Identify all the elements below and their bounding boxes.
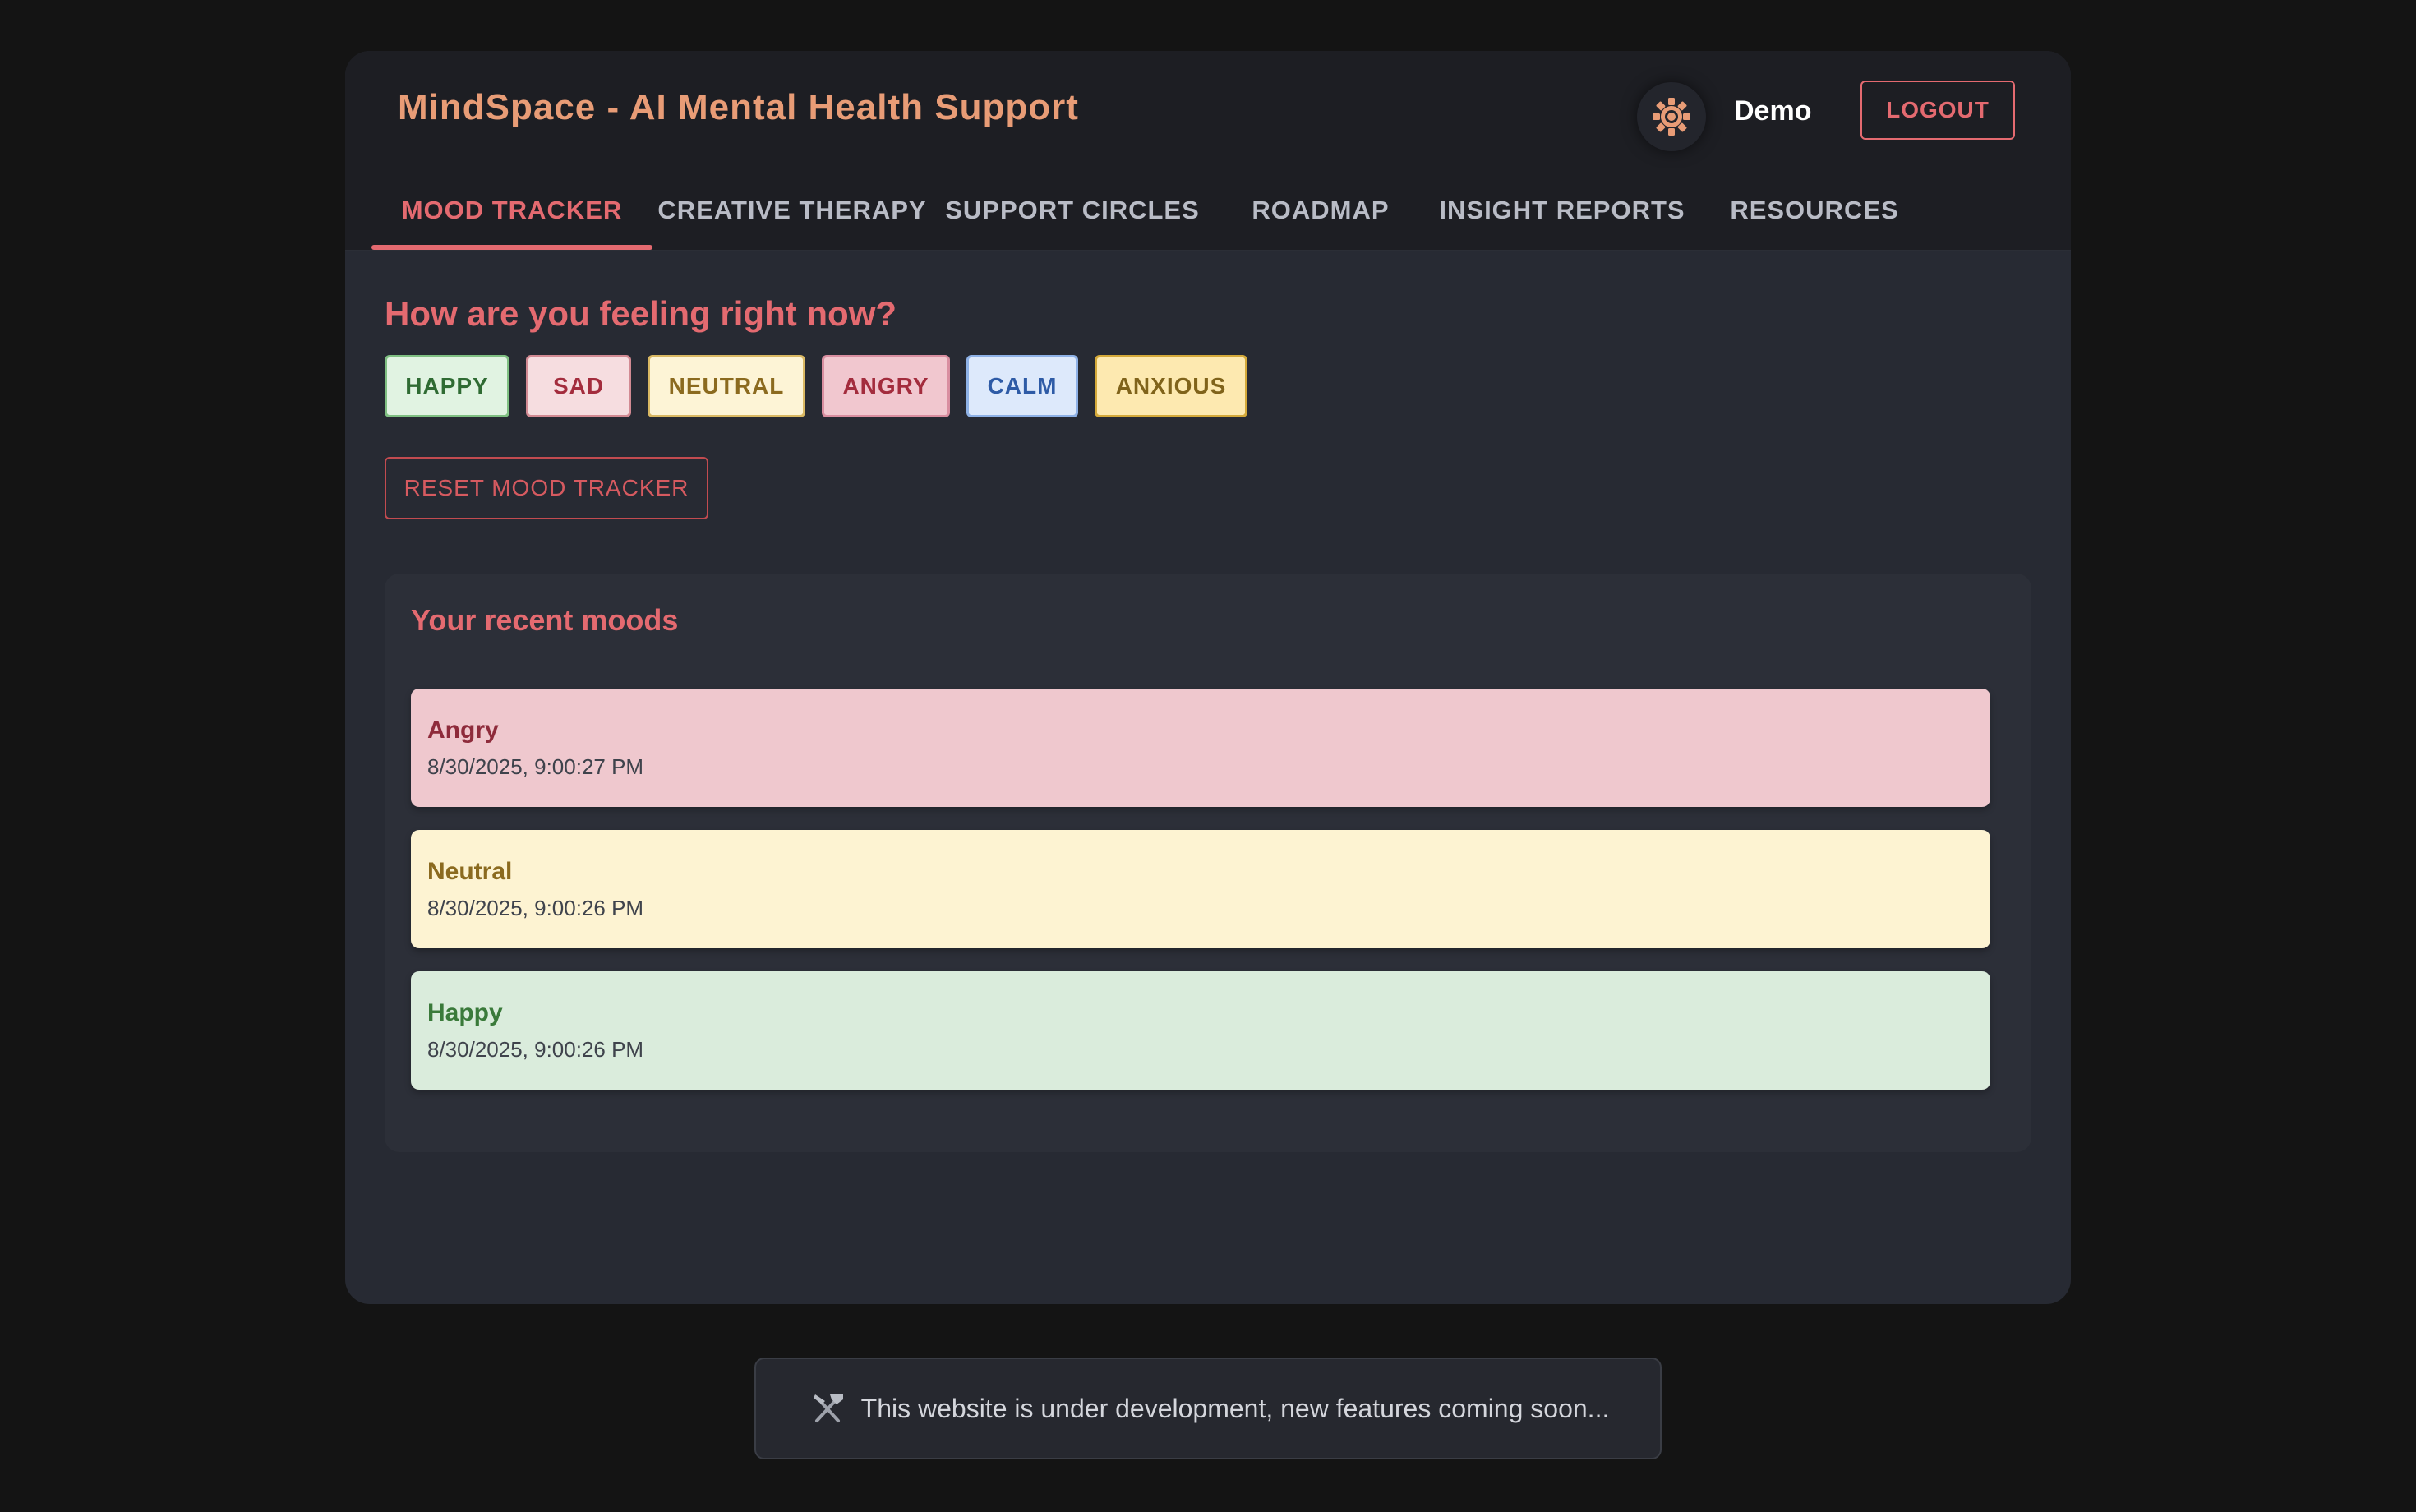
tab-roadmap[interactable]: ROADMAP [1229, 171, 1412, 250]
recent-moods-title: Your recent moods [411, 603, 679, 637]
tools-icon [807, 1388, 848, 1429]
app-title: MindSpace - AI Mental Health Support [398, 87, 1079, 127]
username: Demo [1734, 95, 1812, 127]
development-banner: This website is under development, new f… [754, 1358, 1662, 1459]
mood-calm-button[interactable]: CALM [966, 355, 1078, 417]
tab-support-circles[interactable]: SUPPORT CIRCLES [930, 171, 1215, 250]
header: MindSpace - AI Mental Health Support Dem… [345, 51, 2071, 173]
mood-entry: Neutral 8/30/2025, 9:00:26 PM [411, 830, 1990, 948]
mood-entry-label: Neutral [427, 858, 513, 885]
tab-resources[interactable]: RESOURCES [1709, 171, 1920, 250]
mood-question: How are you feeling right now? [385, 294, 897, 333]
recent-moods-panel: Your recent moods Angry 8/30/2025, 9:00:… [385, 574, 2031, 1152]
tab-creative-therapy[interactable]: CREATIVE THERAPY [657, 171, 925, 250]
mood-happy-button[interactable]: HAPPY [385, 355, 509, 417]
tab-insight-reports[interactable]: INSIGHT REPORTS [1427, 171, 1698, 250]
tab-mood-tracker[interactable]: MOOD TRACKER [371, 171, 652, 250]
mood-sad-button[interactable]: SAD [526, 355, 631, 417]
mood-neutral-button[interactable]: NEUTRAL [648, 355, 805, 417]
sun-icon [1653, 98, 1690, 136]
mood-entry: Happy 8/30/2025, 9:00:26 PM [411, 971, 1990, 1090]
logout-button[interactable]: LOGOUT [1860, 81, 2015, 140]
tab-bar: MOOD TRACKER CREATIVE THERAPY SUPPORT CI… [345, 171, 2071, 251]
mood-angry-button[interactable]: ANGRY [822, 355, 950, 417]
app-container: MindSpace - AI Mental Health Support Dem… [345, 51, 2071, 1304]
mood-entry-label: Happy [427, 999, 503, 1026]
mood-entry-label: Angry [427, 717, 499, 744]
mood-anxious-button[interactable]: ANXIOUS [1095, 355, 1247, 417]
mood-entry-time: 8/30/2025, 9:00:26 PM [427, 1037, 644, 1062]
mood-entry: Angry 8/30/2025, 9:00:27 PM [411, 689, 1990, 807]
reset-mood-tracker-button[interactable]: RESET MOOD TRACKER [385, 457, 708, 519]
theme-toggle-button[interactable] [1637, 82, 1706, 151]
development-banner-text: This website is under development, new f… [860, 1393, 1610, 1423]
mood-entry-time: 8/30/2025, 9:00:26 PM [427, 896, 644, 920]
mood-entry-time: 8/30/2025, 9:00:27 PM [427, 754, 644, 779]
